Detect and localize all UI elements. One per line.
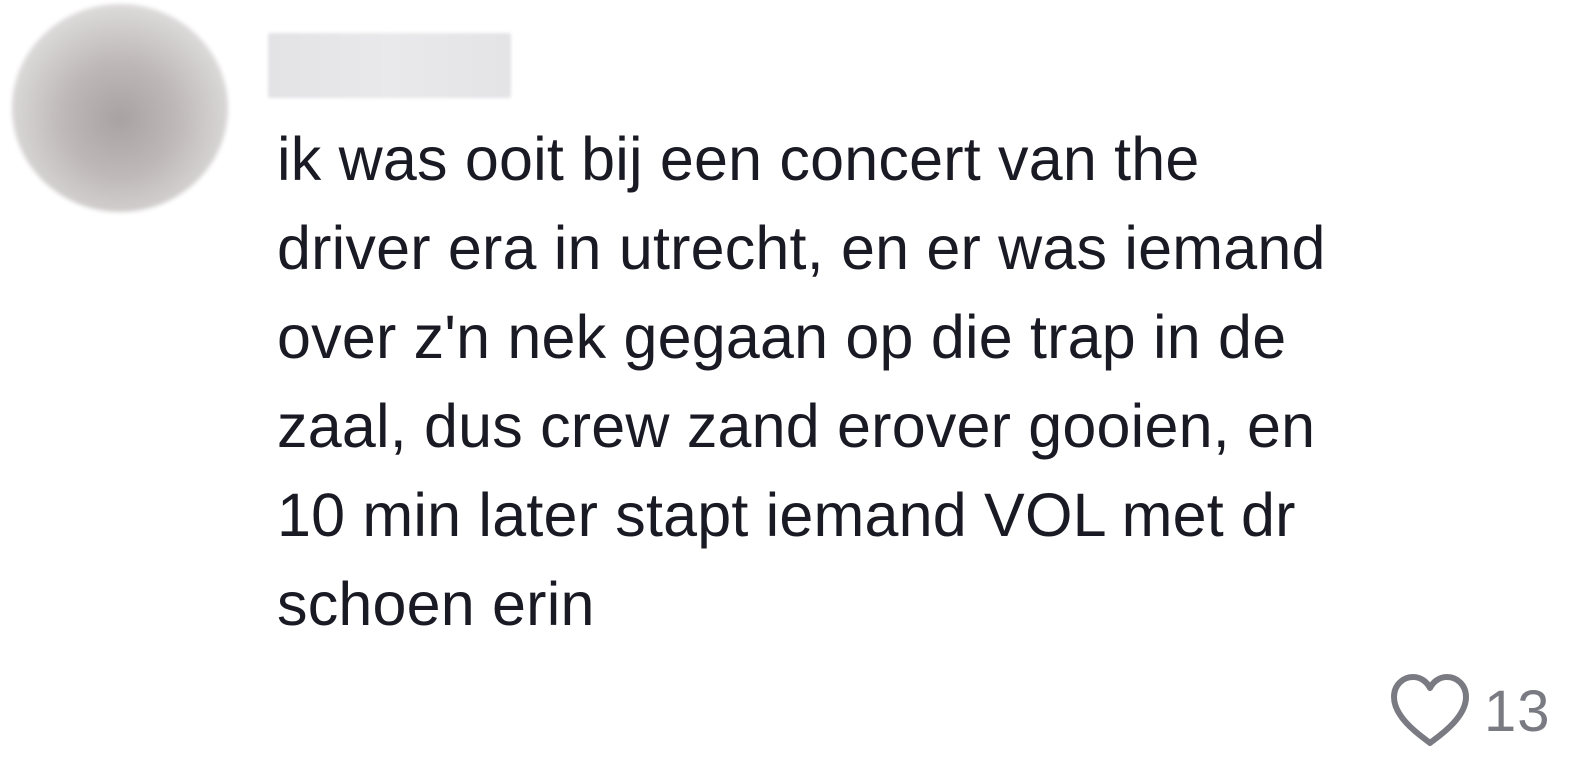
username-redacted[interactable]	[268, 33, 511, 98]
heart-outline-icon[interactable]	[1388, 671, 1472, 751]
comment-text: ik was ooit bij een concert van the driv…	[277, 125, 1326, 638]
avatar[interactable]	[12, 4, 228, 212]
like-count: 13	[1484, 678, 1551, 744]
like-button[interactable]: 13	[1388, 666, 1588, 756]
comment-item: ik was ooit bij een concert van the driv…	[0, 0, 1590, 764]
